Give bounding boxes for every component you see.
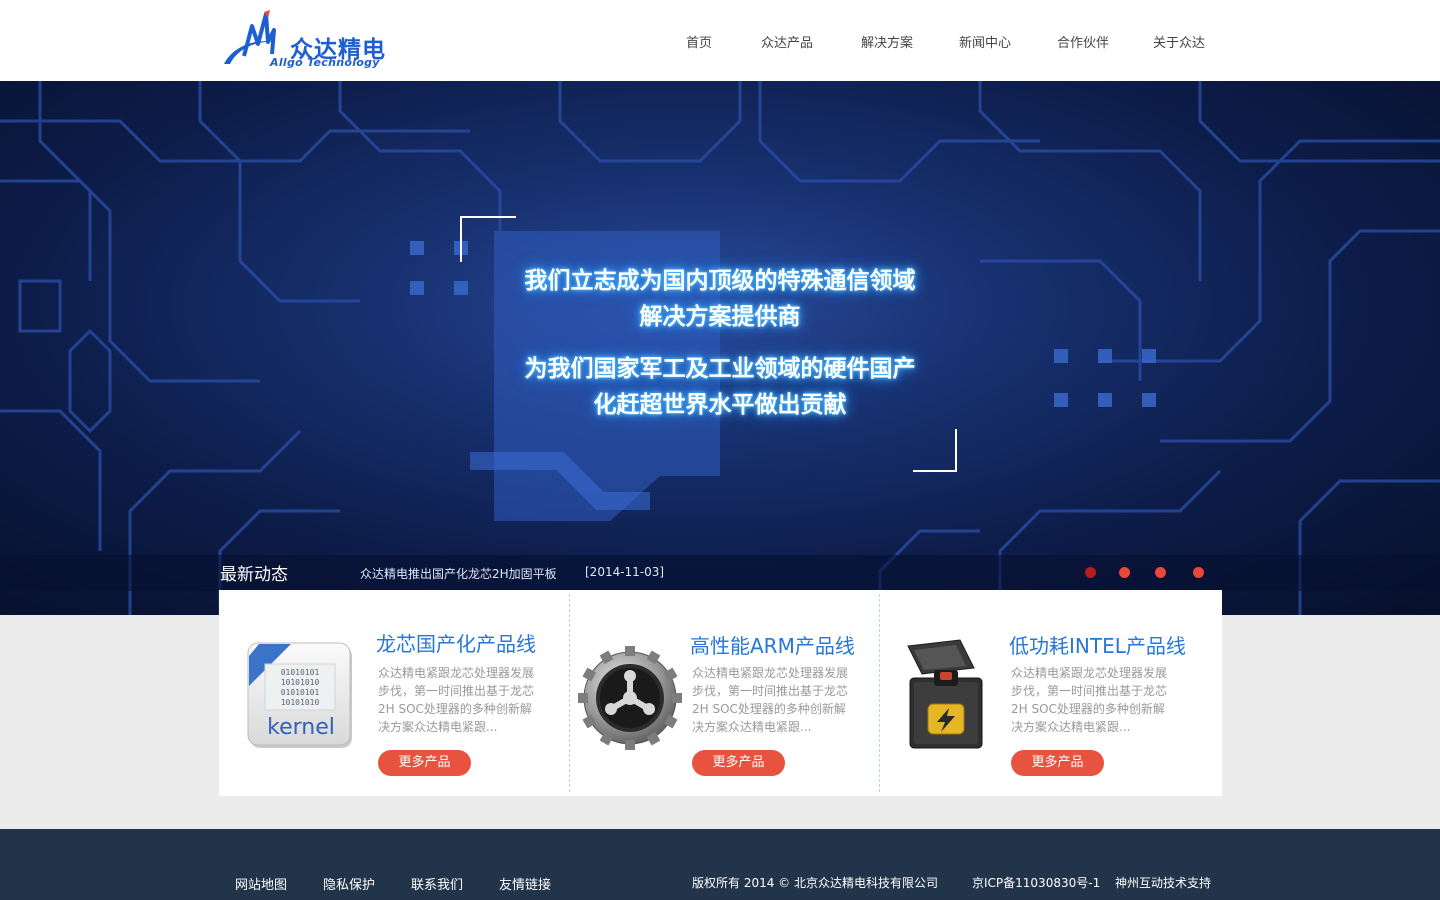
nav-item-home[interactable]: 首页 [686,32,712,51]
news-headline-link[interactable]: 众达精电推出国产化龙芯2H加固平板 [360,565,557,582]
frame-corner-top-left [460,216,516,262]
slogan-2-line-1: 为我们国家军工及工业领域的硬件国产 [524,356,916,382]
kernel-binary-line: 10101010 [281,698,320,707]
site-footer: 网站地图 隐私保护 联系我们 友情链接 版权所有 2014 © 北京众达精电科技… [0,829,1440,900]
footer-icp[interactable]: 京ICP备11030830号-1 [972,874,1100,891]
nav-item-partners[interactable]: 合作伙伴 [1057,32,1109,51]
product-card-intel: 低功耗INTEL产品线 众达精电紧跟龙芯处理器发展步伐，第一时间推出基于龙芯2H… [880,590,1222,796]
product-title[interactable]: 低功耗INTEL产品线 [1009,630,1186,659]
circuit-board-background [0,81,1440,615]
power-box-icon [907,639,983,749]
kernel-icon-label: kernel [267,715,335,740]
product-title[interactable]: 高性能ARM产品线 [690,630,855,659]
kernel-binary-line: 01010101 [281,688,320,697]
more-products-button[interactable]: 更多产品 [1011,750,1104,776]
brand-subtitle: Allgo Technology [270,56,380,69]
slide-dot-4[interactable] [1193,567,1204,578]
kernel-binary-line: 10101010 [281,678,320,687]
slide-dot-2[interactable] [1119,567,1130,578]
more-products-button[interactable]: 更多产品 [378,750,471,776]
gear-icon [578,646,682,750]
footer-copyright: 版权所有 2014 © 北京众达精电科技有限公司 [692,876,938,890]
footer-link-contact[interactable]: 联系我们 [411,874,463,893]
footer-support[interactable]: 神州互动技术支持 [1115,874,1211,891]
news-date: [2014-11-03] [585,565,665,579]
product-title[interactable]: 龙芯国产化产品线 [376,628,536,657]
footer-link-privacy[interactable]: 隐私保护 [323,874,375,893]
banner-slogan-2: 为我们国家军工及工业领域的硬件国产 化赶超世界水平做出贡献 [470,351,970,423]
product-description: 众达精电紧跟龙芯处理器发展步伐，第一时间推出基于龙芯2H SOC处理器的多种创新… [1011,666,1168,734]
news-section-title: 最新动态 [220,565,288,585]
product-lines-panel: 01010101 10101010 01010101 10101010 kern… [219,590,1222,796]
nav-item-solutions[interactable]: 解决方案 [861,32,913,51]
main-nav: 首页 众达产品 解决方案 新闻中心 合作伙伴 关于众达 [0,32,1440,52]
product-description: 众达精电紧跟龙芯处理器发展步伐，第一时间推出基于龙芯2H SOC处理器的多种创新… [378,666,535,734]
slogan-2-line-2: 化赶超世界水平做出贡献 [593,392,847,418]
nav-item-about[interactable]: 关于众达 [1153,32,1205,51]
kernel-binary-line: 01010101 [281,668,320,677]
slide-dot-1[interactable] [1085,567,1096,578]
latest-news-bar: 最新动态 众达精电推出国产化龙芯2H加固平板 [2014-11-03] [0,555,1440,591]
product-description: 众达精电紧跟龙芯处理器发展步伐，第一时间推出基于龙芯2H SOC处理器的多种创新… [692,666,849,734]
footer-link-sitemap[interactable]: 网站地图 [235,874,287,893]
slogan-1-line-2: 解决方案提供商 [639,304,801,330]
hero-banner: 我们立志成为国内顶级的特殊通信领域 解决方案提供商 为我们国家军工及工业领域的硬… [0,81,1440,615]
slide-dot-3[interactable] [1155,567,1166,578]
slogan-1-line-1: 我们立志成为国内顶级的特殊通信领域 [524,268,916,294]
banner-slogan-1: 我们立志成为国内顶级的特殊通信领域 解决方案提供商 [470,263,970,335]
more-products-button[interactable]: 更多产品 [692,750,785,776]
product-card-loongson: 01010101 10101010 01010101 10101010 kern… [219,590,569,796]
product-card-arm: 高性能ARM产品线 众达精电紧跟龙芯处理器发展步伐，第一时间推出基于龙芯2H S… [570,590,879,796]
nav-item-news[interactable]: 新闻中心 [959,32,1011,51]
footer-link-friends[interactable]: 友情链接 [499,874,551,893]
kernel-icon: 01010101 10101010 01010101 10101010 kern… [247,642,352,748]
nav-item-products[interactable]: 众达产品 [761,32,813,51]
frame-corner-bottom-right [913,429,957,472]
site-header: 众达精电 Allgo Technology 首页 众达产品 解决方案 新闻中心 … [0,0,1440,81]
